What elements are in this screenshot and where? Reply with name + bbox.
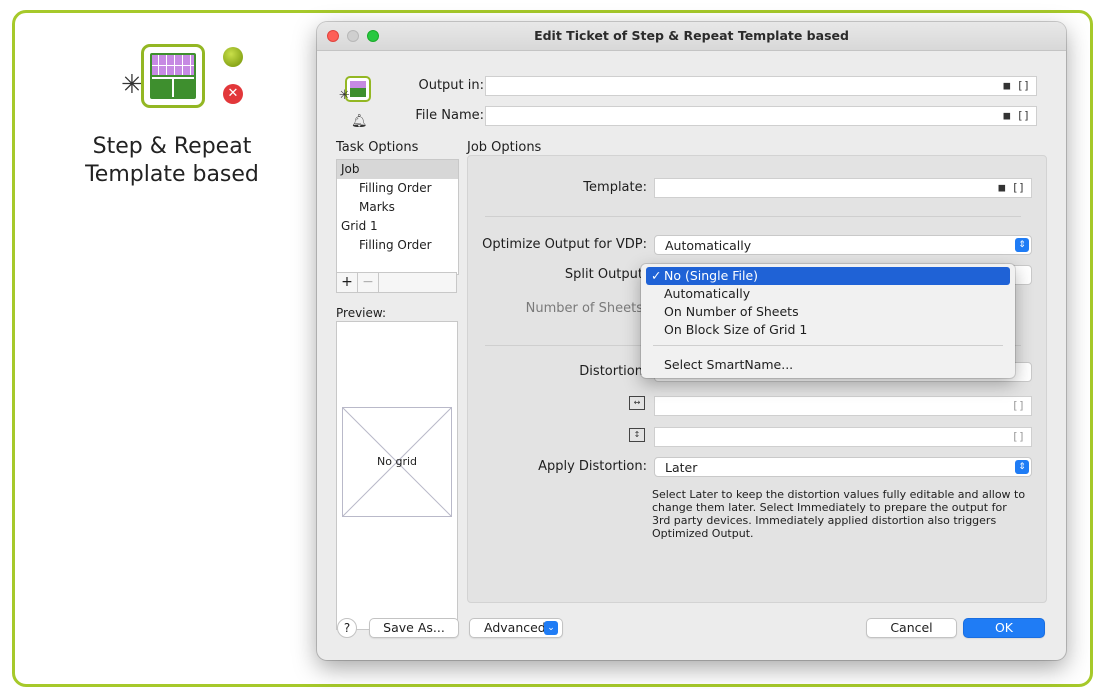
advanced-label: Advanced [484, 620, 546, 635]
preview-pane: No grid [336, 321, 458, 630]
folder-bracket-icon[interactable]: ■ [] [999, 181, 1026, 194]
task-item-filling-order[interactable]: Filling Order [337, 179, 458, 198]
chevron-down-icon: ⌄ [544, 621, 558, 635]
optimize-vdp-select[interactable]: Automatically ⇕ [654, 235, 1032, 255]
window-titlebar: Edit Ticket of Step & Repeat Template ba… [317, 22, 1066, 51]
menu-item-on-number-of-sheets[interactable]: On Number of Sheets [646, 303, 1010, 321]
folder-bracket-icon[interactable]: ■ [] [1004, 109, 1031, 122]
node-title: Step & Repeat Template based [62, 133, 282, 189]
file-name-label: File Name: [415, 108, 484, 123]
add-task-button[interactable]: + [337, 273, 358, 292]
optimize-vdp-label: Optimize Output for VDP: [482, 237, 647, 252]
apply-distortion-select[interactable]: Later ⇕ [654, 457, 1032, 477]
divider [485, 216, 1021, 217]
apply-distortion-label: Apply Distortion: [538, 459, 647, 474]
node-title-line2: Template based [85, 162, 259, 187]
node-title-line1: Step & Repeat [92, 134, 252, 159]
menu-item-select-smartname[interactable]: Select SmartName... [646, 356, 1010, 374]
window-title: Edit Ticket of Step & Repeat Template ba… [534, 28, 849, 43]
folder-bracket-icon[interactable]: ■ [] [1004, 79, 1031, 92]
preview-label: Preview: [336, 306, 387, 320]
output-in-label: Output in: [418, 78, 484, 93]
step-repeat-node-icon[interactable] [141, 44, 205, 108]
output-in-field[interactable]: ■ [] [485, 76, 1037, 96]
task-options-label: Task Options [336, 140, 419, 155]
distortion-vertical-field[interactable]: [] [654, 427, 1032, 447]
asterisk-icon: ✳ [339, 88, 350, 103]
save-as-button[interactable]: Save As... [369, 618, 459, 638]
remove-task-button[interactable]: − [358, 273, 379, 292]
task-options-list: Job Filling Order Marks Grid 1 Filling O… [336, 159, 459, 275]
template-field[interactable]: ■ [] [654, 178, 1032, 198]
ok-button[interactable]: OK [963, 618, 1045, 638]
number-of-sheets-label: Number of Sheets [525, 301, 643, 316]
apply-distortion-value: Later [665, 460, 698, 475]
distortion-horizontal-field[interactable]: [] [654, 396, 1032, 416]
vertical-distortion-icon: ↕ [629, 428, 645, 442]
menu-item-label: No (Single File) [664, 268, 759, 283]
job-options-label: Job Options [467, 140, 542, 155]
menu-item-automatically[interactable]: Automatically [646, 285, 1010, 303]
bracket-icon[interactable]: [] [1012, 430, 1025, 443]
split-output-menu: ✓ No (Single File) Automatically On Numb… [641, 264, 1015, 378]
task-item-grid-filling-order[interactable]: Filling Order [337, 236, 458, 255]
menu-item-on-block-size[interactable]: On Block Size of Grid 1 [646, 321, 1010, 339]
preview-placeholder: No grid [377, 455, 417, 468]
asterisk-icon: ✳ [121, 70, 143, 100]
task-options-toolbar: + − [336, 272, 457, 293]
menu-divider [653, 345, 1003, 346]
task-item-marks[interactable]: Marks [337, 198, 458, 217]
task-item-job[interactable]: Job [337, 160, 458, 179]
help-button[interactable]: ? [337, 618, 357, 638]
template-label: Template: [583, 180, 647, 195]
status-ok-icon [223, 47, 243, 67]
bell-icon[interactable]: 🔔︎ [351, 114, 368, 129]
apply-distortion-help-text: Select Later to keep the distortion valu… [652, 488, 1026, 540]
distortion-label: Distortion [579, 364, 643, 379]
optimize-vdp-value: Automatically [665, 238, 752, 253]
file-name-field[interactable]: ■ [] [485, 106, 1037, 126]
menu-item-no-single-file[interactable]: ✓ No (Single File) [646, 267, 1010, 285]
chevron-updown-icon: ⇕ [1015, 460, 1029, 474]
horizontal-distortion-icon: ↔ [629, 396, 645, 410]
grid-icon [150, 53, 196, 99]
chevron-updown-icon: ⇕ [1015, 238, 1029, 252]
cancel-button[interactable]: Cancel [866, 618, 957, 638]
split-output-label: Split Output [564, 267, 643, 282]
error-x-icon[interactable]: ✕ [223, 84, 243, 104]
task-item-grid-1[interactable]: Grid 1 [337, 217, 458, 236]
checkmark-icon: ✓ [651, 268, 662, 283]
bracket-icon[interactable]: [] [1012, 399, 1025, 412]
